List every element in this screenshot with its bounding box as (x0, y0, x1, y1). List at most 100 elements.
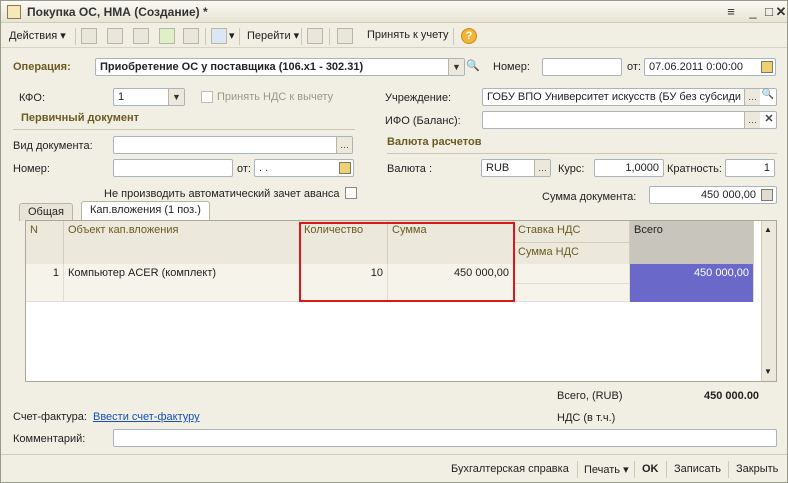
goto-menu[interactable]: Перейти ▾ (247, 29, 299, 42)
doc-sum-label: Сумма документа: (542, 191, 637, 203)
comment-label: Комментарий: (13, 433, 86, 445)
advance-label: Не производить автоматический зачет аван… (104, 188, 340, 200)
scroll-up-icon[interactable]: ▲ (764, 225, 772, 234)
operation-select[interactable]: Приобретение ОС у поставщика (106.x1 - 3… (95, 58, 465, 76)
doc-type-label: Вид документа: (13, 140, 93, 152)
date-input[interactable]: 07.06.2011 0:00:00 (644, 58, 776, 76)
vat-deduct-label: Принять НДС к вычету (217, 91, 334, 103)
institution-search-icon[interactable]: 🔍 (761, 89, 775, 105)
refresh-icon[interactable] (133, 28, 149, 44)
primary-number-label: Номер: (13, 163, 50, 175)
toolbar-divider (666, 461, 667, 478)
primary-number-input[interactable] (113, 159, 233, 177)
accounting-ref-button[interactable]: Бухгалтерская справка (451, 463, 569, 475)
operation-dropdown-icon[interactable]: ▼ (448, 59, 464, 75)
column-header-vat-sum[interactable]: Сумма НДС (514, 242, 630, 264)
multiplicity-input[interactable]: 1 (725, 159, 775, 177)
currency-section-title: Валюта расчетов (387, 136, 482, 148)
rate-label: Курс: (558, 163, 585, 175)
operation-search-icon[interactable]: 🔍 (466, 59, 480, 75)
toolbar-divider (728, 461, 729, 478)
doc-type-select-icon[interactable]: … (336, 137, 352, 153)
highlight-frame (299, 222, 515, 302)
calendar-icon[interactable] (761, 61, 773, 73)
kfo-label: КФО: (19, 92, 46, 104)
ok-button[interactable]: OK (642, 463, 659, 475)
close-icon[interactable]: ✕ (773, 4, 788, 20)
toolbar-divider (329, 28, 330, 45)
window-title: Покупка ОС, НМА (Создание) * (27, 5, 208, 19)
table-scrollbar[interactable]: ▲ ▼ (761, 221, 776, 381)
toolbar-divider (75, 28, 76, 45)
ifo-select-icon[interactable]: … (744, 112, 760, 128)
unpost-document-icon[interactable] (183, 28, 199, 44)
vat-total-label: НДС (в т.ч.) (557, 412, 616, 424)
total-value: 450 000.00 (704, 390, 760, 402)
cell-total[interactable]: 450 000,00 (630, 264, 754, 302)
generate-dropdown-icon[interactable]: ▾ (229, 29, 235, 42)
column-header-object[interactable]: Объект кап.вложения (64, 221, 300, 264)
scroll-down-icon[interactable]: ▼ (764, 367, 772, 376)
tab-general[interactable]: Общая (19, 203, 73, 221)
multiplicity-label: Кратность: (667, 163, 722, 175)
number-label: Номер: (493, 61, 530, 73)
total-label: Всего, (RUB) (557, 390, 623, 402)
cell-object[interactable]: Компьютер ACER (комплект) (64, 264, 300, 302)
cell-vat-rate[interactable] (514, 264, 630, 283)
primary-date-label: от: (237, 163, 251, 175)
cell-n: 1 (26, 264, 64, 302)
spellcheck-icon[interactable] (307, 28, 323, 44)
title-bar: Покупка ОС, НМА (Создание) * ≡ _ □ ✕ (1, 1, 787, 23)
invoice-label: Счет-фактура: (13, 411, 87, 423)
generate-icon[interactable] (211, 28, 227, 44)
comment-input[interactable] (113, 429, 777, 447)
post-document-icon[interactable] (159, 28, 175, 44)
toolbar-divider (634, 461, 635, 478)
vat-deduct-checkbox[interactable] (201, 91, 213, 103)
institution-label: Учреждение: (385, 92, 452, 104)
section-divider (13, 129, 355, 130)
section-divider (387, 153, 777, 154)
print-menu[interactable]: Печать ▾ (584, 463, 629, 476)
ifo-clear-icon[interactable]: ✕ (763, 112, 775, 128)
advance-checkbox[interactable] (345, 187, 357, 199)
minimize-icon[interactable]: _ (745, 4, 761, 20)
currency-label: Валюта : (387, 163, 433, 175)
column-header-vat-rate[interactable]: Ставка НДС (514, 221, 630, 243)
column-header-n[interactable]: N (26, 221, 64, 264)
operation-label: Операция: (13, 61, 71, 73)
toolbar-divider (301, 28, 302, 45)
toolbar-divider (453, 28, 454, 45)
ifo-input[interactable] (482, 111, 777, 129)
close-button[interactable]: Закрыть (736, 463, 778, 475)
toolbar-divider (577, 461, 578, 478)
cell-vat-sum[interactable] (514, 283, 630, 302)
primary-doc-section-title: Первичный документ (21, 112, 139, 124)
save-button[interactable]: Записать (674, 463, 721, 475)
institution-select-icon[interactable]: … (744, 89, 760, 105)
enter-invoice-link[interactable]: Ввести счет-фактуру (93, 411, 200, 423)
kfo-dropdown-icon[interactable]: ▼ (168, 89, 184, 105)
toolbar-divider (205, 28, 206, 45)
doc-sum-input[interactable]: 450 000,00 (649, 186, 777, 204)
calculator-icon[interactable] (761, 189, 773, 201)
structure-icon[interactable] (337, 28, 353, 44)
accept-accounting-button[interactable]: Принять к учету (367, 29, 449, 41)
ifo-label: ИФО (Баланс): (385, 115, 461, 127)
actions-icon[interactable]: ≡ (723, 4, 739, 20)
tab-capital-investments[interactable]: Кап.вложения (1 поз.) (81, 201, 210, 221)
document-window: Покупка ОС, НМА (Создание) * ≡ _ □ ✕ Дей… (0, 0, 788, 483)
institution-input[interactable]: ГОБУ ВПО Университет искусств (БУ без су… (482, 88, 777, 106)
number-input[interactable] (542, 58, 622, 76)
primary-calendar-icon[interactable] (339, 162, 351, 174)
currency-select-icon[interactable]: … (534, 160, 550, 176)
help-icon[interactable]: ? (461, 28, 477, 44)
rate-input[interactable]: 1,0000 (594, 159, 664, 177)
document-icon (7, 5, 21, 19)
copy-icon[interactable] (107, 28, 123, 44)
column-header-total[interactable]: Всего (630, 221, 754, 264)
actions-menu[interactable]: Действия ▾ (9, 29, 66, 42)
doc-type-input[interactable] (113, 136, 353, 154)
add-icon[interactable] (81, 28, 97, 44)
toolbar: Действия ▾ ▾ Перейти ▾ Принять к учету ? (1, 24, 787, 48)
